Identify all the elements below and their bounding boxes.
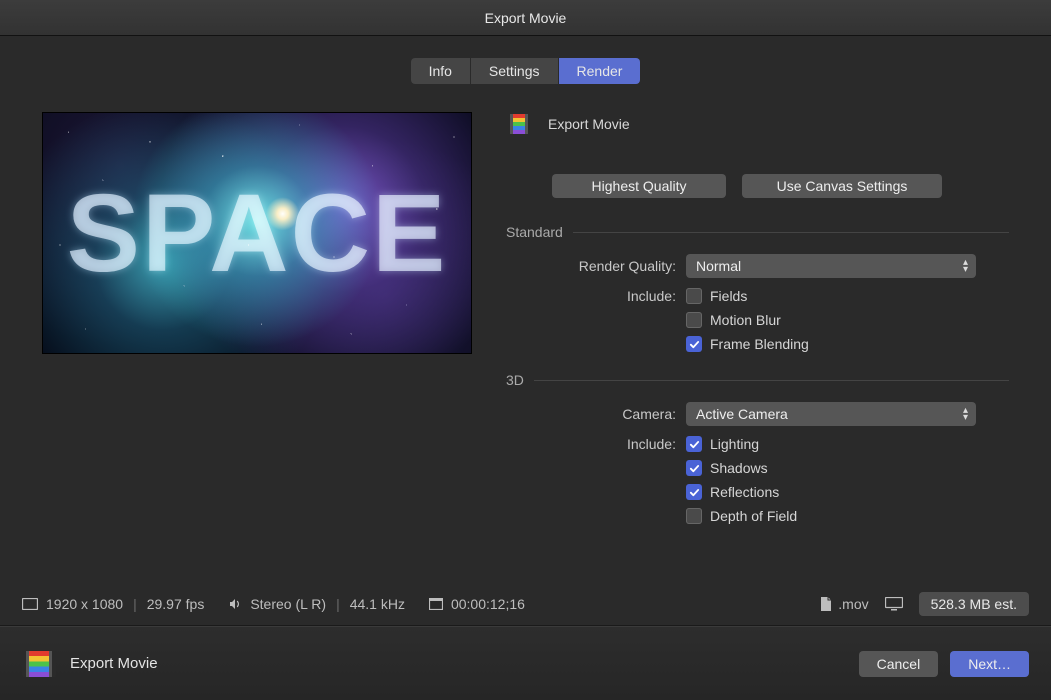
status-size-estimate: 528.3 MB est. (919, 592, 1029, 616)
use-canvas-settings-button[interactable]: Use Canvas Settings (742, 174, 942, 198)
shadows-checkbox[interactable] (686, 460, 702, 476)
standard-include-label: Include: (506, 288, 686, 304)
bottom-bar: Export Movie Cancel Next… (0, 626, 1051, 700)
status-sample-rate: 44.1 kHz (350, 596, 405, 612)
divider (534, 380, 1009, 381)
preview-thumbnail: SPACE (42, 112, 472, 354)
filmstrip-icon (506, 114, 532, 134)
chevron-updown-icon: ▴▾ (963, 259, 968, 273)
dimensions-icon (22, 598, 38, 610)
settings-panel: Export Movie Highest Quality Use Canvas … (506, 112, 1009, 524)
fields-label: Fields (710, 288, 747, 304)
motion-blur-checkbox[interactable] (686, 312, 702, 328)
shadows-label: Shadows (710, 460, 768, 476)
tabbar: Info Settings Render (24, 58, 1027, 84)
frame-blending-label: Frame Blending (710, 336, 809, 352)
reflections-label: Reflections (710, 484, 779, 500)
camera-value: Active Camera (696, 406, 788, 422)
render-quality-select[interactable]: Normal ▴▾ (686, 254, 976, 278)
lighting-label: Lighting (710, 436, 759, 452)
section-label-3d: 3D (506, 372, 524, 388)
segmented-tabs: Info Settings Render (411, 58, 641, 84)
depth-of-field-checkbox[interactable] (686, 508, 702, 524)
status-duration: 00:00:12;16 (451, 596, 525, 612)
window-title: Export Movie (485, 10, 567, 26)
display-icon (885, 597, 903, 611)
fields-checkbox[interactable] (686, 288, 702, 304)
reflections-checkbox[interactable] (686, 484, 702, 500)
panel-title: Export Movie (548, 116, 630, 132)
motion-blur-label: Motion Blur (710, 312, 781, 328)
status-fps: 29.97 fps (147, 596, 205, 612)
titlebar: Export Movie (0, 0, 1051, 36)
status-bar: 1920 x 1080 | 29.97 fps Stereo (L R) | 4… (0, 582, 1051, 626)
status-audio: Stereo (L R) (250, 596, 326, 612)
check-icon (689, 339, 700, 350)
preview-text: SPACE (43, 113, 471, 353)
section-label-standard: Standard (506, 224, 563, 240)
check-icon (689, 463, 700, 474)
render-quality-label: Render Quality: (506, 258, 686, 274)
chevron-updown-icon: ▴▾ (963, 407, 968, 421)
frame-blending-checkbox[interactable] (686, 336, 702, 352)
3d-include-label: Include: (506, 436, 686, 452)
speaker-icon (228, 597, 242, 611)
lighting-checkbox[interactable] (686, 436, 702, 452)
check-icon (689, 439, 700, 450)
highest-quality-button[interactable]: Highest Quality (552, 174, 726, 198)
content-area: Info Settings Render SPACE Export Movie … (0, 36, 1051, 626)
depth-of-field-label: Depth of Field (710, 508, 797, 524)
divider (573, 232, 1009, 233)
timecode-icon (429, 598, 443, 610)
status-ext: .mov (838, 596, 868, 612)
cancel-button[interactable]: Cancel (859, 651, 939, 677)
bottom-title: Export Movie (70, 655, 158, 672)
tab-render[interactable]: Render (559, 58, 641, 84)
check-icon (689, 487, 700, 498)
render-quality-value: Normal (696, 258, 741, 274)
camera-label: Camera: (506, 406, 686, 422)
next-button[interactable]: Next… (950, 651, 1029, 677)
file-icon (820, 597, 832, 611)
tab-settings[interactable]: Settings (471, 58, 559, 84)
status-dimensions: 1920 x 1080 (46, 596, 123, 612)
filmstrip-icon (22, 651, 56, 677)
camera-select[interactable]: Active Camera ▴▾ (686, 402, 976, 426)
tab-info[interactable]: Info (411, 58, 471, 84)
